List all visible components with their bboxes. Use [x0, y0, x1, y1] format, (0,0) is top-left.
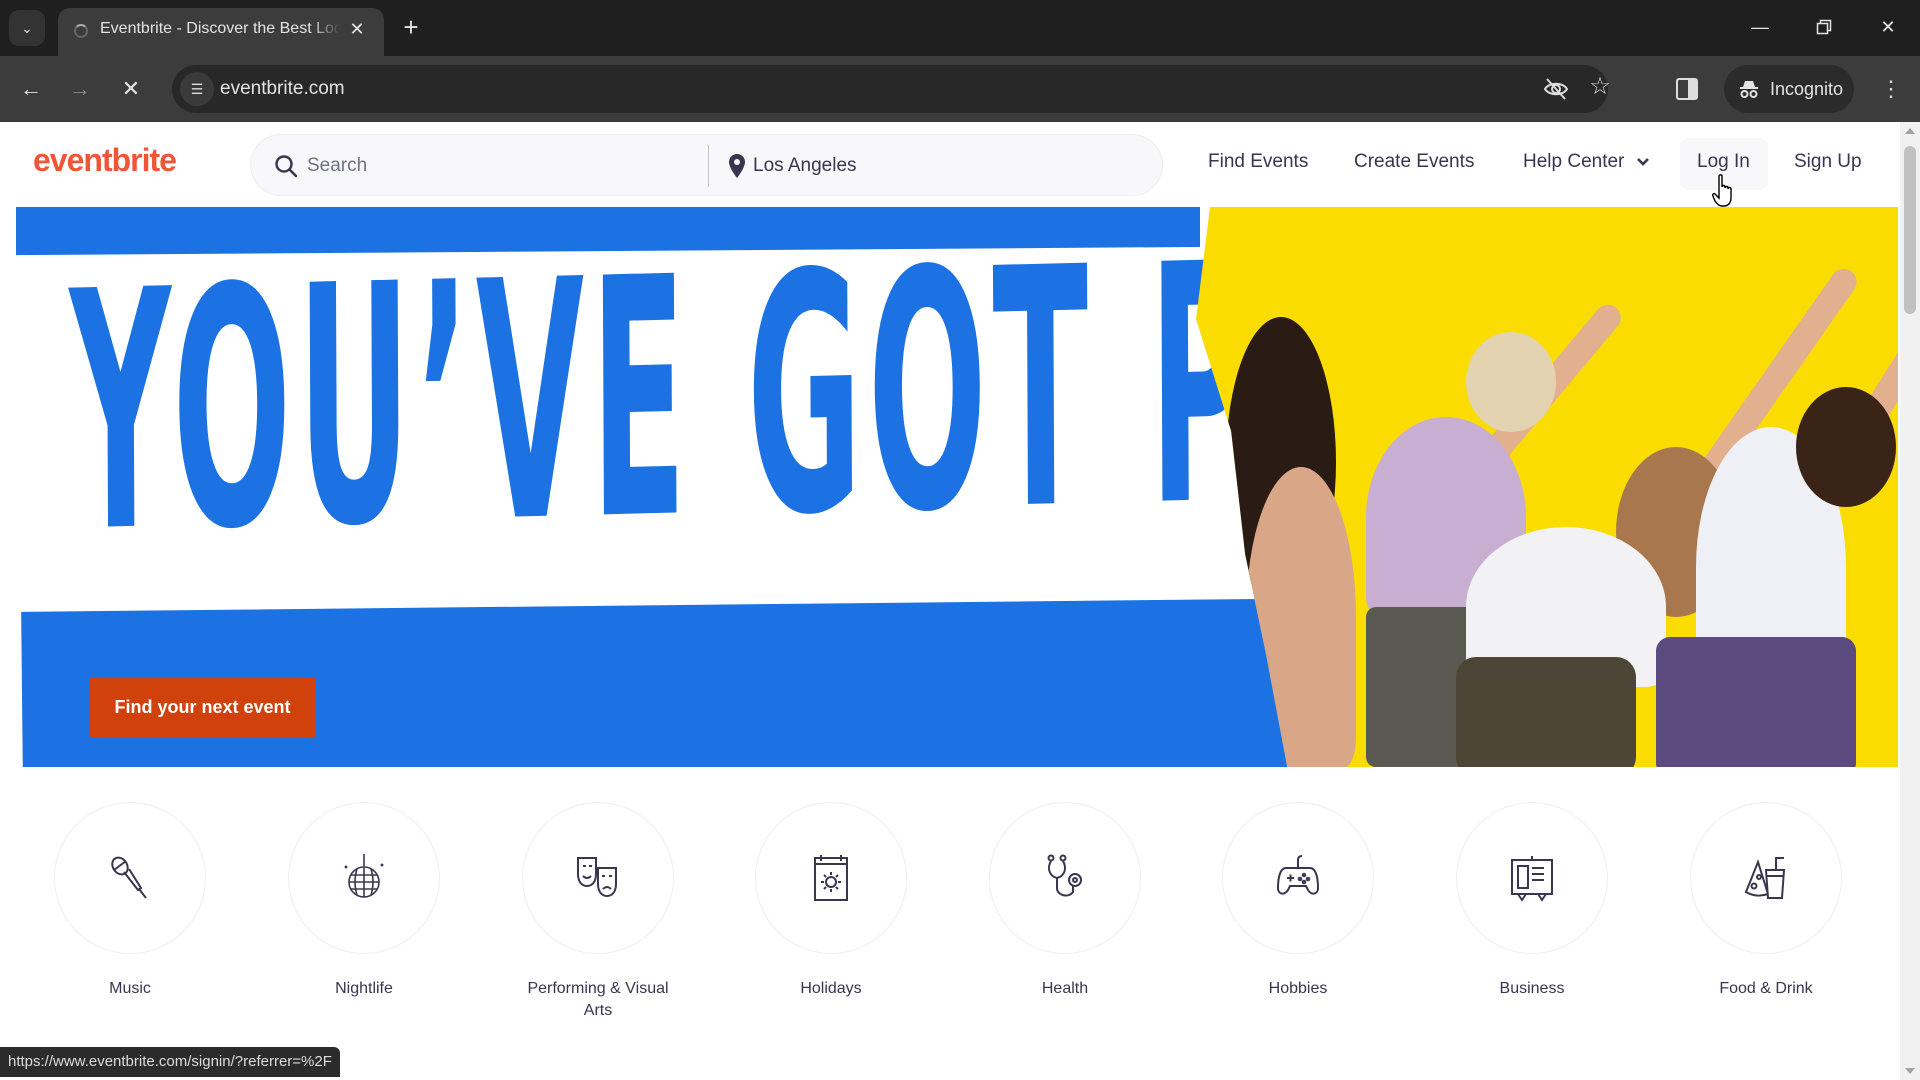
incognito-indicator[interactable]: Incognito	[1724, 65, 1854, 113]
side-panel-button[interactable]	[1676, 78, 1698, 100]
minimize-button[interactable]: —	[1740, 12, 1780, 42]
category-holidays[interactable]: Holidays	[731, 802, 931, 1000]
arrow-left-icon: ←	[20, 76, 42, 101]
chevron-down-icon	[1636, 158, 1649, 166]
tab-title: Eventbrite - Discover the Best Local Eve…	[100, 20, 340, 37]
scroll-down-arrow-icon[interactable]	[1905, 1068, 1915, 1074]
category-label: Hobbies	[1268, 980, 1328, 997]
search-bar	[250, 134, 1163, 196]
category-label: Business	[1499, 980, 1565, 997]
location-pin-icon	[729, 154, 745, 178]
incognito-label: Incognito	[1770, 78, 1844, 99]
category-health[interactable]: Health	[965, 802, 1165, 1000]
gamepad-icon	[1276, 855, 1320, 895]
category-food-drink[interactable]: Food & Drink	[1666, 802, 1866, 1000]
nav-log-in[interactable]: Log In	[1697, 151, 1750, 173]
theater-masks-icon	[577, 857, 617, 898]
hero-banner: YOU’VE GOT PLANS Find your next event	[16, 207, 1898, 767]
stethoscope-icon	[1047, 854, 1082, 897]
third-party-cookies-button[interactable]	[1542, 75, 1570, 103]
tune-icon: ☰	[190, 81, 204, 97]
browser-tab-bar: ⌄ Eventbrite - Discover the Best Local E…	[0, 0, 1920, 56]
calendar-sun-icon	[814, 855, 848, 901]
category-circle	[1690, 802, 1842, 954]
page-scrollbar[interactable]	[1900, 122, 1920, 1080]
close-icon: ✕	[121, 76, 141, 101]
help-center-label: Help Center	[1523, 151, 1625, 172]
category-circle	[288, 802, 440, 954]
url-text[interactable]: eventbrite.com	[220, 78, 345, 100]
scroll-up-arrow-icon[interactable]	[1905, 128, 1915, 134]
browser-tab[interactable]: Eventbrite - Discover the Best Local Eve…	[58, 8, 384, 56]
category-label: Nightlife	[335, 980, 393, 997]
category-music[interactable]: Music	[30, 802, 230, 1000]
address-bar[interactable]: ☰ eventbrite.com ☆	[172, 65, 1611, 113]
search-icon	[275, 155, 298, 178]
eye-off-icon	[1543, 78, 1569, 100]
new-tab-button[interactable]: +	[396, 12, 426, 42]
nav-sign-up[interactable]: Sign Up	[1794, 151, 1862, 173]
tab-search-button[interactable]: ⌄	[9, 10, 45, 46]
nav-find-events[interactable]: Find Events	[1208, 151, 1308, 173]
presentation-board-icon	[1511, 856, 1553, 902]
loading-spinner-icon	[74, 24, 88, 38]
minimize-icon: —	[1751, 17, 1769, 37]
more-vertical-icon: ⋮	[1880, 76, 1902, 101]
nav-help-center[interactable]: Help Center	[1523, 151, 1650, 173]
search-input[interactable]	[307, 149, 687, 183]
link-status-tooltip: https://www.eventbrite.com/signin/?refer…	[0, 1047, 340, 1077]
nav-create-events[interactable]: Create Events	[1354, 151, 1474, 173]
category-hobbies[interactable]: Hobbies	[1198, 802, 1398, 1000]
back-button[interactable]: ←	[14, 72, 48, 106]
category-circle	[1222, 802, 1374, 954]
disco-ball-icon	[344, 854, 384, 898]
restore-button[interactable]	[1804, 12, 1844, 42]
site-info-button[interactable]: ☰	[180, 72, 214, 106]
stop-loading-button[interactable]: ✕	[114, 72, 148, 106]
browser-toolbar: ← → ✕ ☰ eventbrite.com ☆ Incognito ⋮	[0, 56, 1920, 122]
scrollbar-thumb[interactable]	[1904, 146, 1916, 314]
category-circle	[1456, 802, 1608, 954]
search-divider	[708, 145, 709, 187]
site-header: eventbrite Find Events Create Events Hel…	[0, 122, 1900, 207]
incognito-icon	[1740, 81, 1758, 98]
category-label: Health	[1041, 980, 1089, 997]
close-icon: ✕	[349, 19, 365, 39]
category-circle	[522, 802, 674, 954]
browser-menu-button[interactable]: ⋮	[1880, 72, 1902, 106]
bookmark-button[interactable]: ☆	[1586, 73, 1614, 101]
category-label: Holidays	[800, 980, 862, 997]
category-label: Food & Drink	[1719, 980, 1813, 997]
pizza-drink-icon	[1744, 857, 1786, 899]
find-next-event-button[interactable]: Find your next event	[89, 677, 316, 738]
category-performing-visual-arts[interactable]: Performing & Visual Arts	[498, 802, 698, 1022]
web-page: eventbrite Find Events Create Events Hel…	[0, 122, 1900, 1080]
category-label: Performing & Visual Arts	[527, 980, 669, 1019]
window-close-button[interactable]: ✕	[1868, 12, 1908, 42]
category-nightlife[interactable]: Nightlife	[264, 802, 464, 1000]
restore-icon	[1816, 19, 1832, 35]
hand-cursor-icon	[1712, 174, 1732, 207]
location-input[interactable]	[753, 149, 1133, 183]
eventbrite-logo[interactable]: eventbrite	[33, 142, 177, 179]
category-circle	[755, 802, 907, 954]
category-row: Music Nightlife Performing & Visual Arts…	[0, 802, 1900, 1032]
arrow-right-icon: →	[69, 76, 91, 101]
category-circle	[54, 802, 206, 954]
category-label: Music	[109, 980, 151, 997]
microphone-icon	[111, 856, 147, 899]
hero-photo-yoga-class	[1196, 207, 1898, 767]
category-business[interactable]: Business	[1432, 802, 1632, 1000]
star-icon: ☆	[1589, 73, 1611, 100]
plus-icon: +	[403, 12, 419, 42]
tab-close-button[interactable]: ✕	[344, 16, 370, 42]
close-icon: ✕	[1880, 17, 1896, 37]
chevron-down-icon: ⌄	[21, 19, 33, 36]
category-circle	[989, 802, 1141, 954]
forward-button[interactable]: →	[63, 72, 97, 106]
